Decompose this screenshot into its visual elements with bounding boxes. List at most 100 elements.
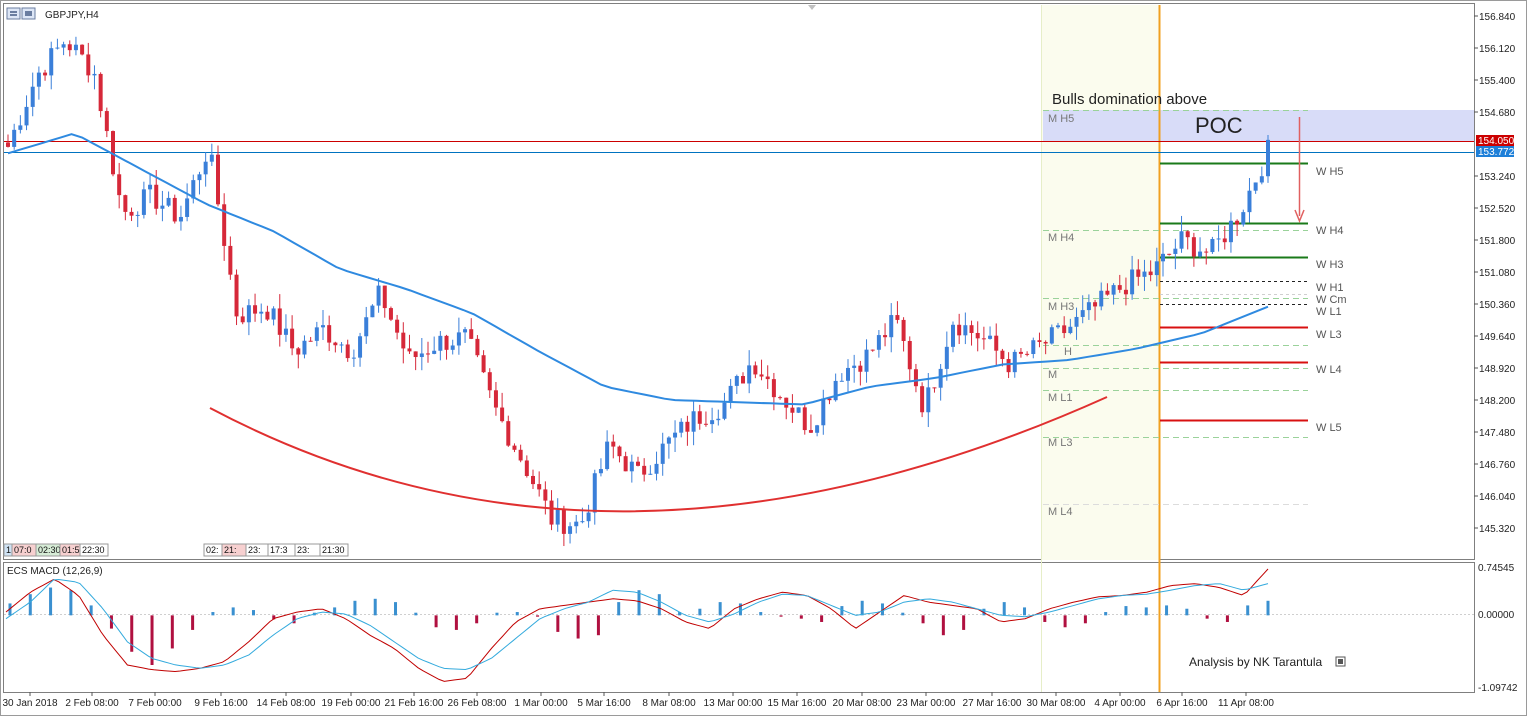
candle-body [592,473,597,513]
m-l3-label: M L3 [1048,437,1072,449]
candle-body [895,315,900,320]
candle-body [617,446,622,457]
time-tick-label: 4 Apr 00:00 [1094,698,1146,709]
candle-body [1266,139,1270,177]
macd-hist-bar [1246,605,1250,616]
time-tick-label: 30 Mar 08:00 [1027,698,1086,709]
candle-body [166,197,171,206]
time-tick-label: 27 Mar 16:00 [963,698,1022,709]
candle-body [555,509,560,525]
candle-body [308,340,313,342]
candle-body [1253,182,1258,191]
session-box-label: 22:30 [82,545,105,555]
session-box-label: 21:30 [322,545,345,555]
candle-body [697,411,702,424]
candle-body [80,44,85,55]
price-tick-label: 147.480 [1479,428,1516,439]
candle-body [1228,220,1233,243]
chart-canvas[interactable]: Bulls domination above POC M H5 M H4 M H… [0,0,1527,716]
chart-window: Bulls domination above POC M H5 M H4 M H… [0,0,1527,716]
time-tick-label: 13 Mar 00:00 [704,698,763,709]
poc-zone [1043,110,1474,141]
candle-body [561,509,566,534]
macd-hist-bar [921,615,925,624]
macd-hist-bar [617,602,621,616]
candle-body [629,461,634,472]
candle-body [648,473,653,475]
candle-body [407,348,412,352]
candle-body [1241,212,1246,225]
candle-body [1031,340,1036,355]
time-tick-label: 21 Feb 16:00 [385,698,444,709]
candle-body [938,368,943,388]
candle-body [86,54,91,76]
candle-body [135,214,140,216]
candle-body [1062,325,1067,334]
time-tick-label: 8 Mar 08:00 [642,698,696,709]
candle-body [543,489,548,501]
candle-body [203,161,208,175]
candle-body [382,285,387,309]
candle-body [1006,359,1011,373]
candle-body [839,380,844,382]
candle-body [271,308,276,320]
candle-body [185,198,190,217]
session-box-label: 07:0 [14,545,32,555]
candle-body [358,336,363,358]
candle-body [1191,237,1196,257]
candle-body [6,142,10,147]
poc-label: POC [1195,113,1243,138]
candle-body [1012,351,1017,373]
candle-body [864,349,869,372]
candle-body [988,335,993,339]
w-l4-label: W L4 [1316,364,1342,376]
candle-body [216,154,220,205]
candle-body [506,421,511,446]
macd-hist-bar [759,612,763,616]
w-cm-label: W Cm [1316,294,1347,306]
candle-body [1222,238,1227,243]
session-boxes-left: 1 07:0 02:30 01:5 22:30 [3,543,109,557]
candle-body [395,319,400,333]
macd-hist-bar [454,615,458,630]
session-box-label: 02:30 [38,545,61,555]
candle-body [92,73,97,76]
candle-body [1185,231,1190,238]
candle-body [351,357,356,359]
candle-body [30,86,35,107]
price-tag-red-text: 154.050 [1478,136,1515,147]
candle-body [574,521,579,527]
price-tick-label: 154.680 [1479,108,1516,119]
candle-body [734,376,739,386]
candle-body [741,376,745,384]
macd-hist-bar [211,612,215,616]
candle-body [1235,220,1240,225]
macd-hist-bar [1266,600,1270,616]
candle-body [1198,251,1203,257]
candle-body [994,335,999,351]
macd-hist-bar [414,612,418,616]
session-box-label: 01:5 [62,545,80,555]
candle-body [296,348,301,355]
candle-body [333,342,338,346]
candle-body [43,72,48,76]
time-tick-label: 15 Mar 16:00 [768,698,827,709]
candle-body [747,365,752,384]
time-tick-label: 23 Mar 00:00 [897,698,956,709]
candle-body [784,397,789,408]
macd-hist-bar [1023,607,1027,616]
candle-body [796,407,801,413]
candle-body [1148,271,1153,276]
price-tick-label: 146.040 [1479,492,1516,503]
candle-body [1167,253,1172,255]
candle-body [716,418,721,421]
candle-body [1074,316,1079,327]
candle-body [815,425,820,433]
session-box-label: 02: [206,545,219,555]
candle-body [666,437,671,444]
candle-body [1068,326,1073,334]
macd-hist-bar [1063,615,1067,628]
candle-body [975,332,980,339]
price-tick-label: 148.200 [1479,396,1516,407]
candle-body [759,374,764,377]
